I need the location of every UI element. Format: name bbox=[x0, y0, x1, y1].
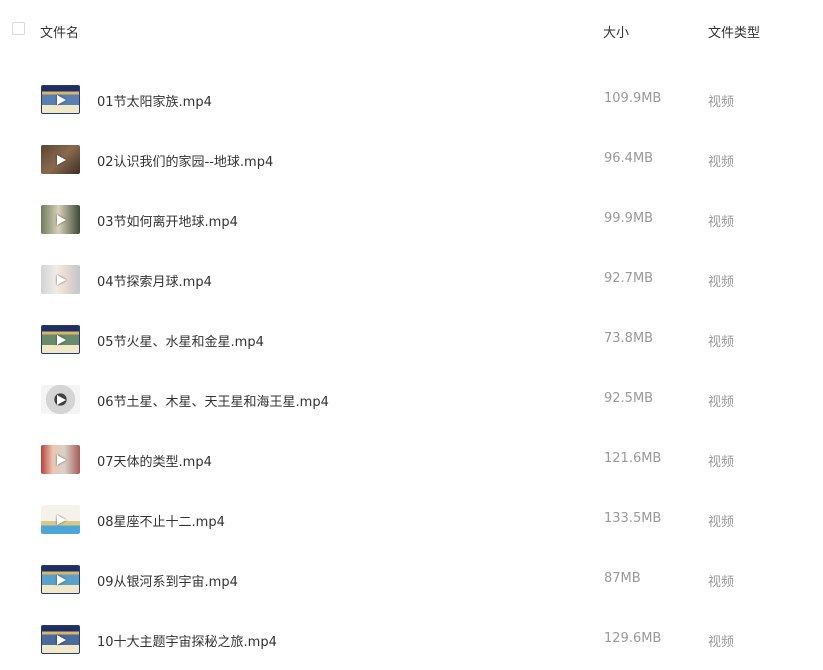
file-type: 视频 bbox=[708, 515, 735, 530]
video-thumbnail[interactable] bbox=[41, 565, 80, 594]
file-row[interactable]: 02认识我们的家园--地球.mp4 96.4MB 视频 bbox=[0, 130, 823, 190]
file-row[interactable]: 08星座不止十二.mp4 133.5MB 视频 bbox=[0, 490, 823, 550]
select-all-checkbox[interactable] bbox=[12, 22, 25, 35]
video-thumbnail[interactable] bbox=[41, 205, 80, 234]
file-row[interactable]: 09从银河系到宇宙.mp4 87MB 视频 bbox=[0, 550, 823, 610]
file-name[interactable]: 05节火星、水星和金星.mp4 bbox=[97, 331, 264, 350]
play-icon bbox=[56, 394, 66, 405]
file-size: 109.9MB bbox=[604, 91, 662, 106]
video-thumbnail[interactable] bbox=[41, 505, 80, 534]
file-type: 视频 bbox=[708, 335, 735, 350]
play-icon bbox=[56, 154, 66, 165]
file-name[interactable]: 09从银河系到宇宙.mp4 bbox=[97, 571, 238, 590]
file-type: 视频 bbox=[708, 455, 735, 470]
file-size: 121.6MB bbox=[604, 451, 662, 466]
file-name[interactable]: 04节探索月球.mp4 bbox=[97, 271, 212, 290]
file-name[interactable]: 03节如何离开地球.mp4 bbox=[97, 211, 238, 230]
file-size: 92.5MB bbox=[604, 391, 654, 406]
play-icon bbox=[56, 334, 66, 345]
play-icon bbox=[56, 274, 66, 285]
file-name[interactable]: 01节太阳家族.mp4 bbox=[97, 91, 212, 110]
column-header-filetype[interactable]: 文件类型 bbox=[708, 22, 760, 41]
file-row[interactable]: 01节太阳家族.mp4 109.9MB 视频 bbox=[0, 70, 823, 130]
column-header-size[interactable]: 大小 bbox=[603, 22, 629, 41]
play-icon bbox=[56, 574, 66, 585]
file-row[interactable]: 10十大主题宇宙探秘之旅.mp4 129.6MB 视频 bbox=[0, 610, 823, 670]
file-type: 视频 bbox=[708, 635, 735, 650]
file-size: 96.4MB bbox=[604, 151, 654, 166]
file-list-header: 文件名 大小 文件类型 bbox=[0, 0, 823, 58]
file-type: 视频 bbox=[708, 395, 735, 410]
file-type: 视频 bbox=[708, 215, 735, 230]
file-row[interactable]: 04节探索月球.mp4 92.7MB 视频 bbox=[0, 250, 823, 310]
file-row[interactable]: 07天体的类型.mp4 121.6MB 视频 bbox=[0, 430, 823, 490]
video-thumbnail[interactable] bbox=[41, 385, 80, 414]
file-row[interactable]: 03节如何离开地球.mp4 99.9MB 视频 bbox=[0, 190, 823, 250]
video-thumbnail[interactable] bbox=[41, 625, 80, 654]
file-type: 视频 bbox=[708, 95, 735, 110]
file-name[interactable]: 08星座不止十二.mp4 bbox=[97, 511, 225, 530]
file-name[interactable]: 07天体的类型.mp4 bbox=[97, 451, 212, 470]
video-thumbnail[interactable] bbox=[41, 145, 80, 174]
video-thumbnail[interactable] bbox=[41, 445, 80, 474]
file-row[interactable]: 06节土星、木星、天王星和海王星.mp4 92.5MB 视频 bbox=[0, 370, 823, 430]
file-size: 73.8MB bbox=[604, 331, 654, 346]
column-header-filename[interactable]: 文件名 bbox=[40, 22, 79, 41]
file-size: 129.6MB bbox=[604, 631, 662, 646]
file-type: 视频 bbox=[708, 155, 735, 170]
play-icon bbox=[56, 514, 66, 525]
file-size: 133.5MB bbox=[604, 511, 662, 526]
play-icon bbox=[56, 94, 66, 105]
file-name[interactable]: 02认识我们的家园--地球.mp4 bbox=[97, 151, 273, 170]
play-icon bbox=[56, 634, 66, 645]
video-thumbnail[interactable] bbox=[41, 325, 80, 354]
play-icon bbox=[56, 214, 66, 225]
file-row[interactable]: 05节火星、水星和金星.mp4 73.8MB 视频 bbox=[0, 310, 823, 370]
play-icon bbox=[56, 454, 66, 465]
file-size: 92.7MB bbox=[604, 271, 654, 286]
file-type: 视频 bbox=[708, 575, 735, 590]
file-size: 99.9MB bbox=[604, 211, 654, 226]
video-thumbnail[interactable] bbox=[41, 85, 80, 114]
file-name[interactable]: 06节土星、木星、天王星和海王星.mp4 bbox=[97, 391, 329, 410]
file-size: 87MB bbox=[604, 571, 641, 586]
file-type: 视频 bbox=[708, 275, 735, 290]
file-name[interactable]: 10十大主题宇宙探秘之旅.mp4 bbox=[97, 631, 277, 650]
video-thumbnail[interactable] bbox=[41, 265, 80, 294]
